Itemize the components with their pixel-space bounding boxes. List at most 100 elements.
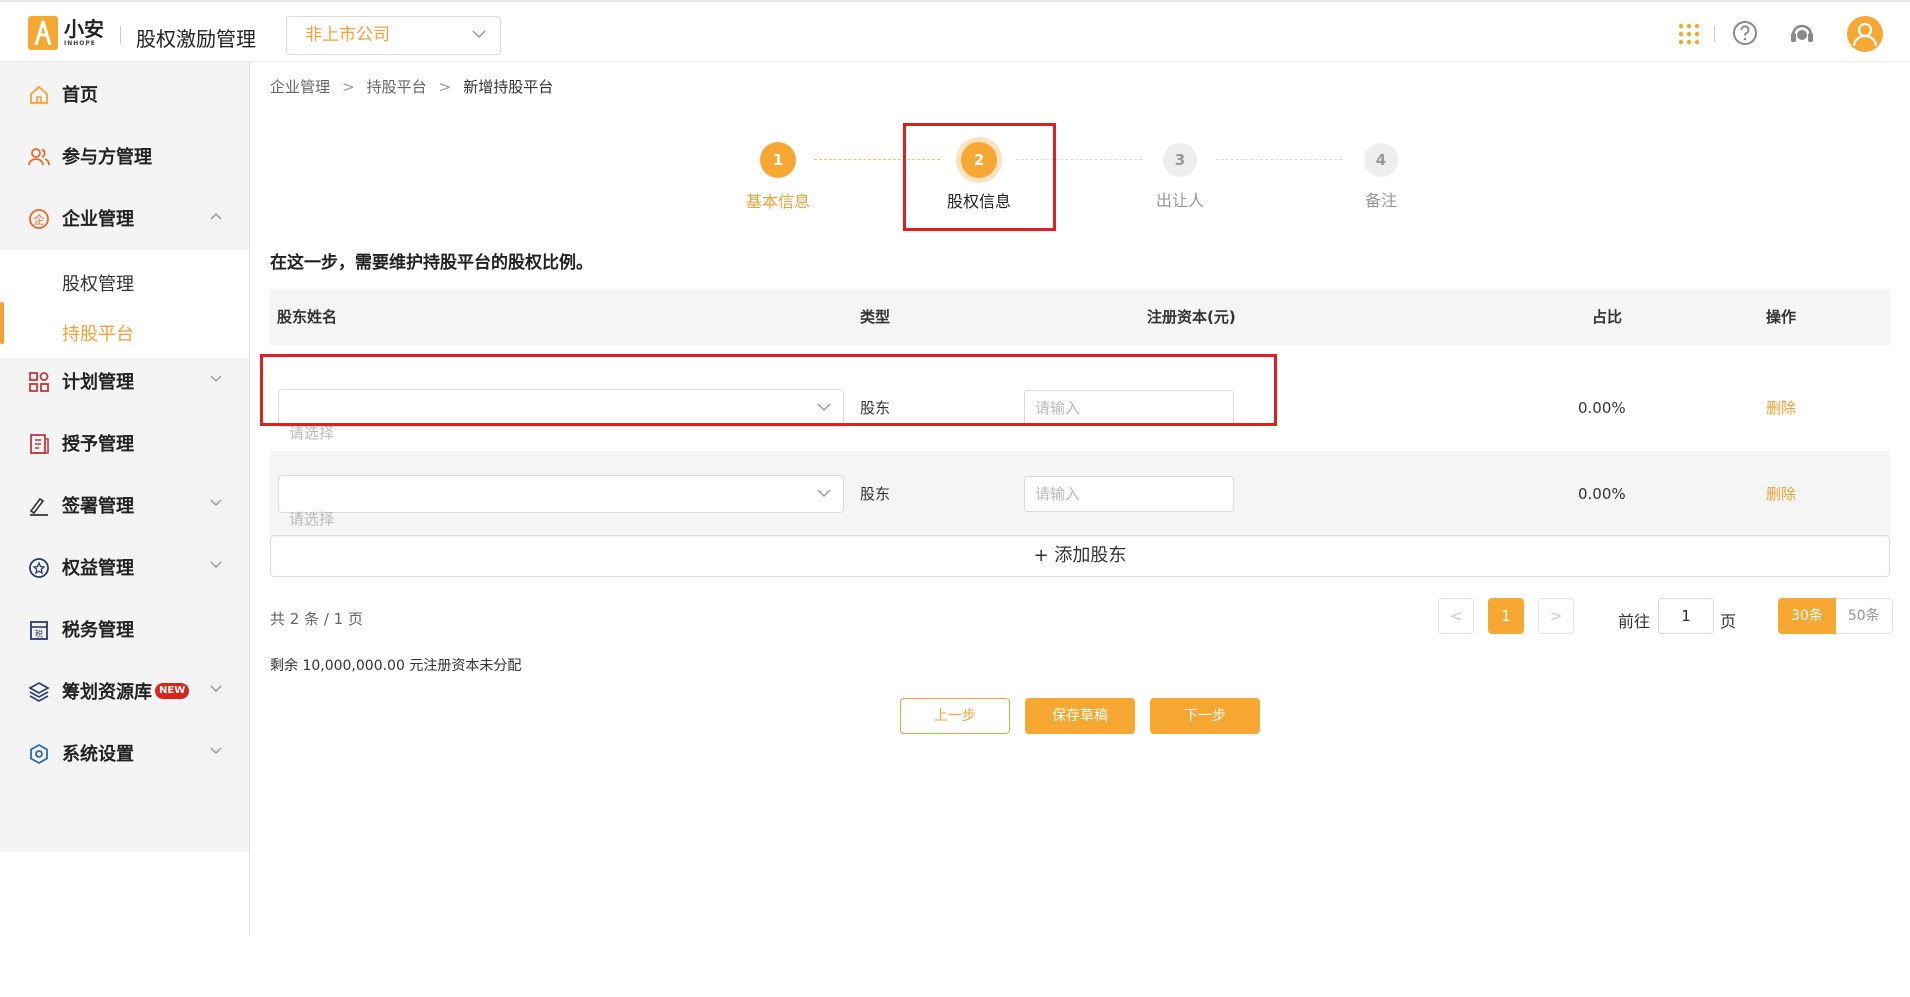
column-header: 占比 xyxy=(1592,308,1623,326)
divider xyxy=(1714,26,1715,42)
step-label: 出让人 xyxy=(1155,191,1204,210)
svg-text:税: 税 xyxy=(35,629,43,639)
enterprise-submenu: 股权管理 持股平台 xyxy=(0,250,249,358)
column-header: 操作 xyxy=(1766,308,1797,326)
page-unit-label: 页 xyxy=(1720,612,1737,631)
breadcrumb-separator-icon: > xyxy=(438,77,452,96)
sign-icon xyxy=(29,497,48,516)
sidebar-item-label: 筹划资源库 xyxy=(62,682,152,703)
home-icon xyxy=(30,85,48,104)
sidebar-item-label: 签署管理 xyxy=(62,496,134,517)
company-type-value: 非上市公司 xyxy=(305,25,390,45)
type-cell: 股东 xyxy=(860,485,891,503)
chevron-left-icon: < xyxy=(1449,607,1463,625)
svg-text:企: 企 xyxy=(34,213,45,227)
users-icon xyxy=(28,148,50,166)
active-indicator xyxy=(0,302,4,344)
logo-text: 小安 xyxy=(64,17,104,41)
goto-page-input[interactable]: 1 xyxy=(1658,598,1714,634)
add-shareholder-button[interactable]: + 添加股东 xyxy=(270,535,1890,577)
sidebar-item-home[interactable]: 首页 xyxy=(0,72,249,116)
column-header: 股东姓名 xyxy=(277,308,338,326)
step-basic-info[interactable]: 1 基本信息 xyxy=(718,142,838,212)
step-number: 4 xyxy=(1364,143,1398,177)
breadcrumb-separator-icon: > xyxy=(342,77,355,96)
sidebar-item-rights[interactable]: 权益管理 xyxy=(0,545,249,589)
step-label: 备注 xyxy=(1364,191,1397,210)
sidebar-item-resources[interactable]: 筹划资源库 NEW xyxy=(0,669,249,713)
page-size-selector: 30条 50条 xyxy=(1778,598,1893,634)
chevron-down-icon xyxy=(817,489,831,497)
breadcrumb-item[interactable]: 持股平台 xyxy=(367,76,427,97)
delete-link[interactable]: 删除 xyxy=(1766,451,1796,537)
next-step-button[interactable]: 下一步 xyxy=(1150,698,1260,734)
logo: 小安 INHOPE xyxy=(28,16,104,50)
settings-icon xyxy=(30,743,48,765)
step-intro: 在这一步，需要维护持股平台的股权比例。 xyxy=(270,253,593,273)
pagination-total: 共 2 条 / 1 页 xyxy=(270,610,363,628)
chevron-down-icon xyxy=(210,499,222,506)
grant-icon xyxy=(30,434,49,454)
sidebar-item-label: 授予管理 xyxy=(62,434,134,455)
rights-icon xyxy=(29,558,49,578)
highlight-box xyxy=(903,123,1056,231)
breadcrumb-current: 新增持股平台 xyxy=(463,78,554,96)
app-title: 股权激励管理 xyxy=(136,27,256,51)
plan-icon xyxy=(29,372,49,392)
page-size-option[interactable]: 30条 xyxy=(1778,598,1836,634)
sidebar-item-label: 权益管理 xyxy=(62,558,134,579)
sidebar-item-enterprise[interactable]: 企 企业管理 xyxy=(0,196,249,240)
shareholder-select[interactable]: 请选择 xyxy=(278,475,844,528)
plus-icon: + xyxy=(1033,545,1049,566)
column-header: 注册资本(元) xyxy=(1147,308,1236,326)
breadcrumb-item[interactable]: 企业管理 xyxy=(270,76,330,97)
sidebar-item-grant[interactable]: 授予管理 xyxy=(0,421,249,465)
add-shareholder-label: 添加股东 xyxy=(1054,545,1127,566)
next-page-button[interactable]: > xyxy=(1538,598,1574,634)
sidebar-subitem-holding-platform[interactable]: 持股平台 xyxy=(62,320,134,346)
top-bar: 小安 INHOPE 股权激励管理 非上市公司 xyxy=(0,0,1910,62)
help-icon[interactable] xyxy=(1732,20,1758,50)
sidebar-subitem-equity[interactable]: 股权管理 xyxy=(62,270,134,296)
sidebar-item-label: 税务管理 xyxy=(62,620,134,641)
ratio-cell: 0.00% xyxy=(1578,399,1626,417)
save-draft-button[interactable]: 保存草稿 xyxy=(1025,698,1135,734)
remaining-capital-text: 剩余 10,000,000.00 元注册资本未分配 xyxy=(270,658,522,674)
sidebar-item-label: 计划管理 xyxy=(62,372,134,393)
sidebar-item-sign[interactable]: 签署管理 xyxy=(0,483,249,527)
layers-icon xyxy=(28,682,50,702)
user-avatar-icon[interactable] xyxy=(1846,15,1884,57)
step-number: 1 xyxy=(760,142,796,178)
chevron-up-icon xyxy=(210,213,222,220)
apps-grid-icon[interactable] xyxy=(1678,23,1700,49)
logo-subtext: INHOPE xyxy=(64,40,96,47)
step-transferor[interactable]: 3 出让人 xyxy=(1120,143,1240,211)
company-type-select[interactable]: 非上市公司 xyxy=(286,16,501,55)
prev-step-button[interactable]: 上一步 xyxy=(900,698,1010,734)
chevron-down-icon xyxy=(210,375,222,382)
table-row: 请选择 股东 请输入 0.00% 删除 xyxy=(270,451,1890,537)
sidebar-item-label: 参与方管理 xyxy=(62,147,152,168)
customer-service-icon[interactable] xyxy=(1788,20,1816,52)
page-size-option[interactable]: 50条 xyxy=(1835,598,1893,634)
sidebar-item-plan[interactable]: 计划管理 xyxy=(0,359,249,403)
sidebar-item-label: 系统设置 xyxy=(62,744,134,765)
sidebar-item-settings[interactable]: 系统设置 xyxy=(0,731,249,775)
prev-page-button[interactable]: < xyxy=(1438,598,1474,634)
sidebar-item-label: 首页 xyxy=(62,85,98,106)
sidebar-item-tax[interactable]: 税 税务管理 xyxy=(0,607,249,651)
chevron-down-icon xyxy=(210,561,222,568)
sidebar-item-participants[interactable]: 参与方管理 xyxy=(0,134,249,178)
column-header: 类型 xyxy=(860,308,891,326)
breadcrumb: 企业管理 > 持股平台 > 新增持股平台 xyxy=(270,76,553,97)
delete-link[interactable]: 删除 xyxy=(1766,365,1796,451)
step-remarks[interactable]: 4 备注 xyxy=(1321,143,1441,211)
goto-label: 前往 xyxy=(1618,612,1651,631)
highlight-box xyxy=(260,354,1277,426)
new-badge: NEW xyxy=(155,683,190,699)
chevron-down-icon xyxy=(472,30,486,39)
page-number-button[interactable]: 1 xyxy=(1488,598,1524,634)
sidebar-footer xyxy=(0,852,249,997)
step-number: 3 xyxy=(1163,143,1197,177)
capital-input[interactable]: 请输入 xyxy=(1024,476,1234,512)
